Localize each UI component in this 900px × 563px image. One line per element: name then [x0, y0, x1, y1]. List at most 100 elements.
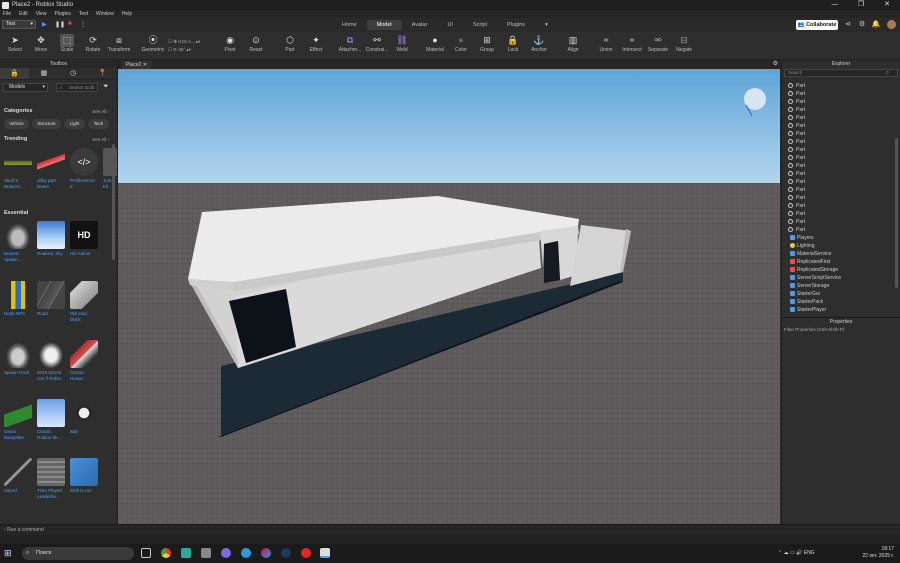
asset-jump-kit[interactable]: Jum Kit	[103, 148, 117, 190]
taskbar-search[interactable]: ⌕ Поиск	[22, 547, 134, 560]
tree-item-part[interactable]: Part	[782, 178, 900, 186]
menu-plugins[interactable]: Plugins	[54, 11, 70, 17]
asset-noob-npc[interactable]: Noob NPC	[4, 281, 34, 317]
union-button[interactable]: ⚭ Union	[593, 34, 619, 59]
history-icon[interactable]: ↺	[885, 70, 889, 76]
rotate-tool-button[interactable]: ⟳ Rotate	[80, 34, 106, 59]
tree-item-part[interactable]: Part	[782, 146, 900, 154]
chevron-up-icon[interactable]: ⌃	[778, 550, 782, 556]
transform-tool-button[interactable]: ⧈ Transform	[106, 34, 132, 59]
menu-test[interactable]: Test	[79, 11, 88, 17]
chip-tech[interactable]: Tech	[88, 119, 109, 129]
recent-clock-icon[interactable]: ◷	[59, 68, 88, 79]
trending-see-all[interactable]: See All ›	[92, 137, 109, 142]
tree-item-part[interactable]: Part	[782, 226, 900, 234]
properties-filter-input[interactable]: Filter Properties (Ctrl+Shift+P)	[784, 326, 898, 334]
tree-item-part[interactable]: Part	[782, 106, 900, 114]
tree-item-replicatedstorage[interactable]: ReplicatedStorage	[782, 266, 900, 274]
overflow-icon[interactable]: ⋮	[80, 21, 86, 28]
toolbox-search-input[interactable]: ⌕ Search toolb	[56, 83, 98, 92]
asset-time-played-leaderboard[interactable]: Time Played Leaderbo...	[37, 458, 67, 500]
chip-vehicle[interactable]: Vehicle	[4, 119, 29, 129]
tree-item-part[interactable]: Part	[782, 210, 900, 218]
asset-road[interactable]: Road	[37, 281, 67, 317]
effect-button[interactable]: ✦ Effect	[303, 34, 329, 59]
filter-icon[interactable]: ⏷	[103, 83, 109, 91]
inventory-lock-icon[interactable]: 🔒	[0, 68, 30, 79]
asset-old-stud-block[interactable]: Old stud block	[70, 281, 100, 323]
explorer-scrollbar[interactable]	[895, 138, 898, 288]
menu-file[interactable]: File	[3, 11, 11, 17]
lock-button[interactable]: 🔒 Lock	[500, 34, 526, 59]
tab-plugins[interactable]: Plugins	[497, 20, 535, 30]
network-icon[interactable]: ▭	[790, 550, 795, 556]
asset-sword[interactable]: Sword	[4, 458, 34, 494]
weld-button[interactable]: ⛓ Weld	[389, 34, 415, 59]
tab-home[interactable]: Home	[332, 20, 367, 30]
separate-button[interactable]: ⚮ Separate	[645, 34, 671, 59]
intersect-button[interactable]: ⚭ Intersect	[619, 34, 645, 59]
geometric-button[interactable]: ⦿ Geometric	[138, 34, 168, 59]
asset-hd-admin[interactable]: HD HD Admin	[70, 221, 100, 257]
asset-grass-baseplate[interactable]: Grass Baseplate	[4, 399, 34, 441]
attachment-button[interactable]: ⧉ Attachm...	[336, 34, 364, 59]
explorer-search-input[interactable]: Search ↺	[784, 69, 898, 77]
command-bar[interactable]: › Run a command	[0, 524, 900, 535]
move-tool-button[interactable]: ✥ Move	[28, 34, 54, 59]
user-avatar[interactable]	[887, 20, 896, 29]
tab-more[interactable]: ▾	[535, 20, 558, 30]
3d-viewport[interactable]	[118, 69, 780, 524]
pause-icon[interactable]: ❚❚	[55, 21, 65, 28]
asset-spawn-point[interactable]: Spawn Point	[4, 340, 34, 376]
close-button[interactable]: ✕	[874, 0, 900, 10]
pivot-button[interactable]: ◉ Pivot	[217, 34, 243, 59]
asset-realistic-sky[interactable]: Realistic Sky	[37, 221, 67, 257]
files-icon[interactable]	[201, 548, 211, 558]
toolbox-scrollbar[interactable]	[112, 144, 115, 260]
tree-item-serverstorage[interactable]: ServerStorage	[782, 282, 900, 290]
scale-tool-button[interactable]: ⬚ Scale	[54, 34, 80, 59]
asset-profileservice[interactable]: </> ProfileServic e	[70, 148, 100, 190]
onedrive-icon[interactable]: ☁	[784, 550, 789, 556]
asset-ball[interactable]: Ball	[70, 399, 100, 435]
tree-item-part[interactable]: Part	[782, 138, 900, 146]
maximize-button[interactable]: ❐	[848, 0, 874, 10]
tree-item-starterpack[interactable]: StarterPack	[782, 298, 900, 306]
tab-avatar[interactable]: Avatar	[402, 20, 438, 30]
asset-sports-car[interactable]: 2019 Sports Car // Roblo	[37, 340, 67, 382]
chip-structure[interactable]: Structure	[32, 119, 61, 129]
viewport-settings-icon[interactable]: ⚙	[773, 60, 778, 67]
tree-item-part[interactable]: Part	[782, 186, 900, 194]
telegram-icon[interactable]	[241, 548, 251, 558]
tree-item-part[interactable]: Part	[782, 170, 900, 178]
part-button[interactable]: ⬡ Part	[277, 34, 303, 59]
asset-neutral-spawn[interactable]: Neutral Spawn...	[4, 221, 34, 263]
tree-item-part[interactable]: Part	[782, 194, 900, 202]
tree-item-starterplayer[interactable]: StarterPlayer	[782, 306, 900, 314]
group-button[interactable]: ⊞ Group	[474, 34, 500, 59]
marketplace-grid-icon[interactable]: ▦	[29, 68, 58, 79]
volume-icon[interactable]: 🔊	[796, 550, 802, 556]
stop-icon[interactable]: ■	[68, 21, 72, 27]
close-icon[interactable]: ✕	[143, 62, 147, 68]
steam-icon[interactable]	[281, 548, 291, 558]
category-select[interactable]: Models ▾	[3, 83, 48, 92]
tree-item-players[interactable]: Players	[782, 234, 900, 242]
menu-view[interactable]: View	[36, 11, 47, 17]
language-indicator[interactable]: ENG	[804, 550, 815, 556]
roblox-studio-taskbar-icon[interactable]	[320, 548, 330, 558]
mode-select[interactable]: Test ▾	[2, 20, 36, 29]
minimize-button[interactable]: —	[822, 0, 848, 10]
tree-item-serverscriptservice[interactable]: ServerScriptService	[782, 274, 900, 282]
yandex-icon[interactable]	[301, 548, 311, 558]
constraints-button[interactable]: ⚯ Constrai...	[363, 34, 391, 59]
select-tool-button[interactable]: ➤ Select	[2, 34, 28, 59]
tab-model[interactable]: Model	[366, 20, 402, 30]
material-button[interactable]: ● Material	[422, 34, 448, 59]
tree-item-part[interactable]: Part	[782, 98, 900, 106]
asset-skull-x-brainrot[interactable]: Skull X Brainrot ...	[4, 148, 34, 190]
asset-shift-to-run[interactable]: Shift to run	[70, 458, 100, 494]
tree-item-part[interactable]: Part	[782, 114, 900, 122]
anchor-button[interactable]: ⚓ Anchor	[526, 34, 552, 59]
menu-window[interactable]: Window	[96, 11, 114, 17]
